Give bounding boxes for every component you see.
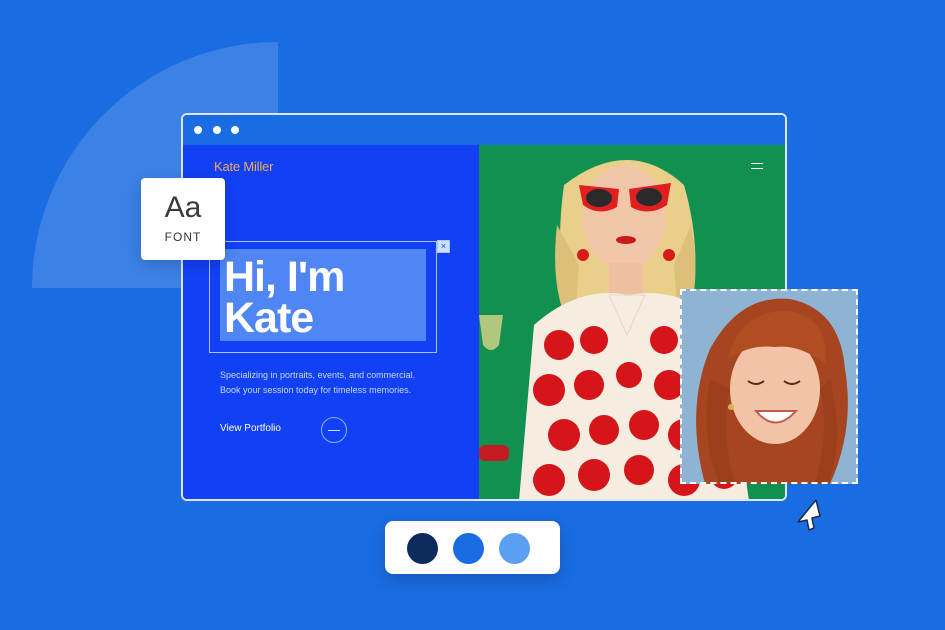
window-dot <box>213 126 221 134</box>
font-label: FONT <box>164 230 202 244</box>
cursor-arrow-icon <box>797 499 821 531</box>
photo-selection-frame[interactable] <box>680 289 858 484</box>
hero-description: Specializing in portraits, events, and c… <box>220 370 416 395</box>
color-swatch-light[interactable] <box>499 533 530 564</box>
close-icon[interactable]: × <box>437 240 450 253</box>
hamburger-menu-icon[interactable] <box>751 163 763 173</box>
color-palette <box>385 521 560 574</box>
hero-heading[interactable]: Hi, I'm Kate <box>220 249 426 341</box>
hero-heading-line: Hi, I'm <box>224 253 345 301</box>
color-swatch-medium[interactable] <box>453 533 484 564</box>
window-dot <box>231 126 239 134</box>
color-swatch-dark[interactable] <box>407 533 438 564</box>
font-tool-card[interactable]: Aa FONT <box>141 178 225 260</box>
browser-titlebar <box>183 115 785 145</box>
view-portfolio-link[interactable]: View Portfolio <box>220 423 281 434</box>
arrow-right-icon[interactable] <box>321 417 347 443</box>
hero-heading-line: Kate <box>224 294 314 342</box>
hero-section: Kate Miller × Hi, I'm Kate Specializing … <box>183 145 479 499</box>
window-dot <box>194 126 202 134</box>
brand-name[interactable]: Kate Miller <box>214 159 273 174</box>
font-icon: Aa <box>164 191 202 224</box>
